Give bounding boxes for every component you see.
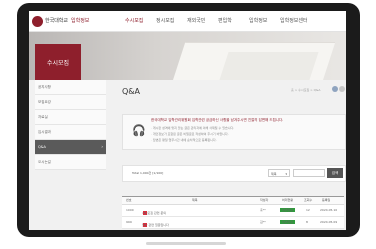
row-author: 홍**: [260, 208, 266, 212]
sidebar-item-label: 모집요강: [38, 100, 51, 104]
row-number: 999: [126, 220, 132, 224]
sidebar-item-results[interactable]: 입시결과: [35, 125, 106, 140]
nav-item-overseas[interactable]: 재외국민: [187, 17, 218, 24]
sidebar-item-notice[interactable]: 공지사항: [35, 80, 106, 95]
sidebar-item-label: 오시는길: [38, 160, 51, 164]
sidebar-heading: 수시모집: [35, 44, 81, 80]
column-header: 등록일: [322, 198, 331, 202]
select-value: 제목: [271, 172, 277, 176]
column-header: 조회수: [304, 198, 313, 202]
chevron-right-icon: ›: [101, 144, 103, 149]
column-header: 처리현황: [282, 198, 294, 202]
status-badge: 답변완료: [280, 208, 296, 212]
table-row[interactable]: 1000 수시모집 관련 문의 N 홍** 답변완료 12 2024.05.10: [122, 205, 344, 217]
nav-item-regular-admission[interactable]: 정시모집: [156, 17, 187, 24]
row-number: 1000: [126, 208, 134, 212]
new-badge: N: [143, 211, 148, 215]
logo-subtitle[interactable]: 입학정보: [71, 17, 89, 24]
sidebar-menu: 공지사항 모집요강 자료실 입시결과 Q&A › 오시는길: [35, 80, 106, 170]
banner-book-page: [219, 52, 319, 80]
nav-item-info[interactable]: 입학정보: [249, 17, 280, 24]
table-row[interactable]: 999 입학 관련 질문입니다 N 김** 답변완료 8 2024.05.09: [122, 217, 344, 229]
headset-icon: 🎧: [132, 124, 146, 137]
notice-title: 한국대학교 입학관리위원회 입학관련 궁금하신 사항을 남겨주시면 친절히 답변…: [151, 118, 284, 122]
sidebar-item-label: 공지사항: [38, 85, 51, 89]
sidebar-item-label: 자료실: [38, 115, 48, 119]
sidebar-item-label: 입시결과: [38, 130, 51, 134]
sidebar-item-qna[interactable]: Q&A ›: [35, 140, 106, 155]
notice-box: 🎧 한국대학교 입학관리위원회 입학관련 궁금하신 사항을 남겨주시면 친절히 …: [122, 114, 346, 150]
search-input[interactable]: [293, 169, 325, 177]
total-count: Total 1,000건 [1/100]: [132, 171, 164, 175]
nav-item-transfer[interactable]: 편입학: [218, 17, 249, 24]
breadcrumb: 홈 > 수시모집 > Q&A: [291, 88, 321, 92]
home-indicator: [146, 242, 226, 245]
page-title: Q&A: [122, 87, 141, 96]
new-badge: N: [143, 223, 148, 227]
search-field-select[interactable]: 제목 ▾: [268, 169, 290, 177]
share-icon[interactable]: [339, 86, 345, 92]
status-badge: 답변완료: [280, 220, 296, 224]
notice-line: · 게시판 성격에 맞지 않는 글은 관리자에 의해 삭제될 수 있습니다.: [151, 126, 235, 130]
search-bar: Total 1,000건 [1/100] 제목 ▾ 검색: [122, 165, 346, 182]
column-header: 번호: [126, 198, 132, 202]
search-button[interactable]: 검색: [327, 168, 343, 178]
row-views: 8: [306, 220, 308, 224]
sidebar-item-label: Q&A: [38, 145, 46, 149]
row-views: 12: [306, 208, 310, 212]
tablet-frame: 한국대학교 입학정보 수시모집 정시모집 재외국민 편입학 입학정보 입학정보센…: [17, 3, 360, 237]
university-logo-icon[interactable]: [32, 16, 43, 27]
table-header: 번호 제목 작성자 처리현황 조회수 등록일: [122, 196, 344, 205]
sidebar-item-archive[interactable]: 자료실: [35, 110, 106, 125]
nav-item-info-center[interactable]: 입학정보센터: [280, 17, 311, 24]
site-header: 한국대학교 입학정보 수시모집 정시모집 재외국민 편입학 입학정보 입학정보센…: [29, 11, 346, 32]
chevron-down-icon: ▾: [285, 172, 287, 176]
sidebar-item-guide[interactable]: 모집요강: [35, 95, 106, 110]
logo-text[interactable]: 한국대학교: [45, 17, 68, 24]
print-icon[interactable]: [332, 86, 338, 92]
column-header: 제목: [192, 198, 198, 202]
row-date: 2024.05.09: [320, 220, 338, 224]
sidebar-item-directions[interactable]: 오시는길: [35, 155, 106, 170]
main-nav: 수시모집 정시모집 재외국민 편입학 입학정보 입학정보센터: [125, 17, 311, 24]
notice-line: · 개인정보가 포함된 글은 비밀글로 작성하여 주시기 바랍니다.: [151, 132, 229, 136]
notice-line: · 답변은 평일 업무시간 내에 순차적으로 등록됩니다.: [151, 138, 217, 142]
row-date: 2024.05.10: [320, 208, 338, 212]
column-header: 작성자: [260, 198, 269, 202]
sidebar-heading-text: 수시모집: [46, 60, 70, 67]
qna-table: 번호 제목 작성자 처리현황 조회수 등록일 1000 수시모집 관련 문의 N …: [122, 196, 344, 229]
nav-item-early-admission[interactable]: 수시모집: [125, 17, 156, 24]
screen: 한국대학교 입학정보 수시모집 정시모집 재외국민 편입학 입학정보 입학정보센…: [29, 11, 346, 230]
row-author: 김**: [260, 220, 266, 224]
